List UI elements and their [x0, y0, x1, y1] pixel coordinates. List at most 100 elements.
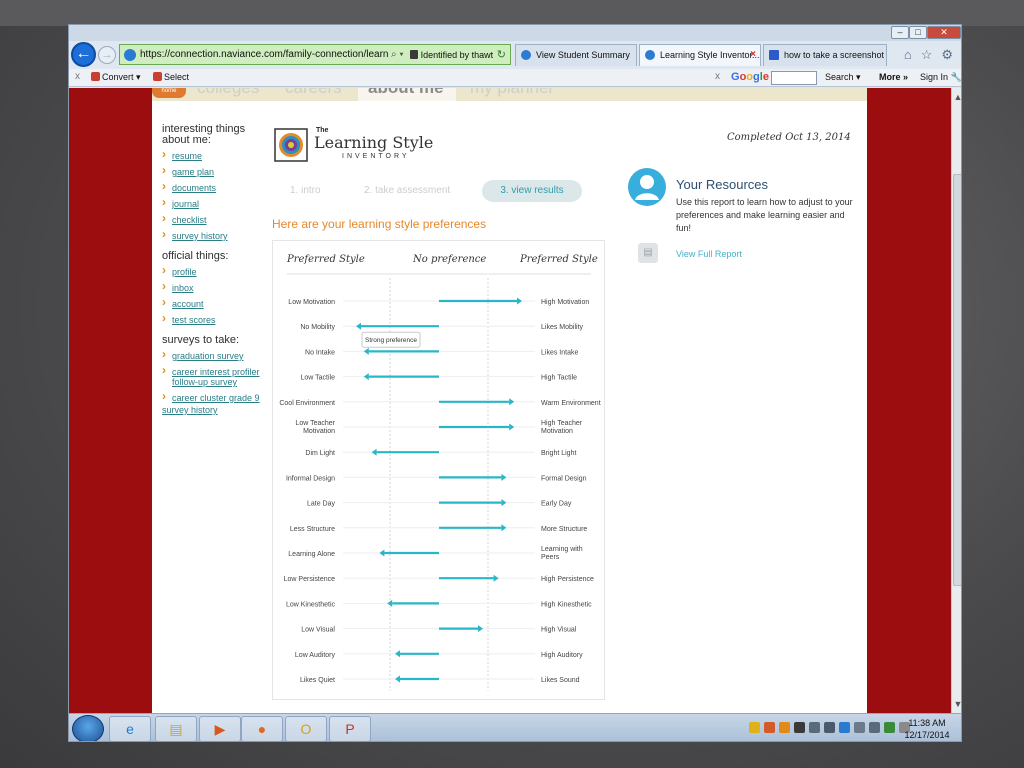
chart-right-label: High Persistence — [541, 576, 594, 583]
taskbar-clock[interactable]: 11:38 AM 12/17/2014 — [901, 717, 953, 741]
internet-explorer-taskbar-icon[interactable]: e — [109, 716, 151, 741]
powerpoint-taskbar-icon[interactable]: P — [329, 716, 371, 741]
sidebar-link[interactable]: checklist — [172, 215, 207, 225]
tab-close-icon[interactable]: × — [750, 45, 756, 65]
refresh-icon[interactable]: ↻ — [497, 48, 506, 61]
close-button[interactable]: ✕ — [927, 26, 961, 39]
tray-outlook-icon[interactable] — [779, 722, 790, 733]
tray-app2-icon[interactable] — [794, 722, 805, 733]
sidebar-link[interactable]: profile — [172, 267, 197, 277]
nav-tab-my-planner[interactable]: my planner — [470, 88, 554, 98]
sidebar-link[interactable]: graduation survey — [172, 351, 244, 361]
sidebar-item-documents: documents — [162, 181, 270, 193]
tray-battery-icon[interactable] — [884, 722, 895, 733]
media-player-taskbar-icon[interactable]: ▶ — [199, 716, 241, 741]
sidebar-item-checklist: checklist — [162, 213, 270, 225]
close-google-toolbar-icon[interactable]: x — [715, 71, 720, 82]
minimize-button[interactable]: – — [891, 26, 909, 39]
maximize-button[interactable]: □ — [909, 26, 927, 39]
more-button[interactable]: More » — [879, 72, 908, 82]
chart-arrowhead — [379, 549, 385, 557]
title-bar: – □ ✕ — [69, 25, 961, 41]
close-toolbar-icon[interactable]: x — [75, 71, 80, 82]
learning-style-logo: The Learning Style INVENTORY — [274, 124, 433, 168]
chart-header-right: Preferred Style — [519, 254, 598, 265]
logo-title: Learning Style — [314, 133, 434, 152]
sidebar-link[interactable]: survey history — [172, 231, 228, 241]
view-full-report-link[interactable]: View Full Report — [676, 249, 742, 259]
chart-left-label: Cool Environment — [279, 400, 335, 407]
nav-tab-careers[interactable]: careers — [285, 88, 342, 98]
nav-tab-about-me[interactable]: about me — [368, 88, 444, 98]
tray-shield-icon[interactable] — [749, 722, 760, 733]
vertical-scrollbar[interactable]: ▲ ▼ — [951, 88, 961, 713]
sidebar-link[interactable]: resume — [172, 151, 202, 161]
tray-flag-icon[interactable] — [839, 722, 850, 733]
page-heading: Here are your learning style preferences — [272, 217, 487, 231]
chart-left-label: Low Tactile — [300, 375, 335, 382]
tab-screenshot-search[interactable]: how to take a screenshot -... — [763, 44, 887, 66]
sidebar-link[interactable]: inbox — [172, 283, 194, 293]
forward-button[interactable]: → — [98, 46, 116, 64]
chart-right-label: Bright Light — [541, 450, 576, 457]
sidebar-link[interactable]: game plan — [172, 167, 214, 177]
tray-app3-icon[interactable] — [824, 722, 835, 733]
sidebar-item-career-interest-profiler: career interest profiler follow-up surve… — [162, 365, 270, 387]
firefox-taskbar-icon[interactable]: ● — [241, 716, 283, 741]
sidebar-link[interactable]: career interest profiler follow-up surve… — [172, 367, 260, 387]
settings-gear-icon[interactable]: ⚙ — [941, 47, 953, 63]
tab-label: how to take a screenshot -... — [784, 50, 887, 60]
chart-arrowhead — [501, 499, 507, 507]
tray-app-icon[interactable] — [764, 722, 775, 733]
browser-window: – □ ✕ ← → https://connection.naviance.co… — [68, 24, 962, 742]
nav-tab-colleges[interactable]: colleges — [197, 88, 259, 98]
page-viewport: home colleges careers about me my planne… — [69, 88, 961, 713]
convert-button[interactable]: Convert ▾ — [91, 72, 141, 83]
sidebar-link-survey-history[interactable]: survey history — [162, 405, 218, 415]
outlook-taskbar-icon[interactable]: O — [285, 716, 327, 741]
file-explorer-taskbar-icon[interactable]: ▤ — [155, 716, 197, 741]
scrollbar-thumb[interactable] — [953, 174, 961, 586]
home-tab[interactable]: home — [152, 88, 186, 98]
sign-in-button[interactable]: Sign In 🔧 — [920, 72, 961, 83]
select-button[interactable]: Select — [153, 72, 189, 82]
back-button[interactable]: ← — [71, 42, 96, 67]
sidebar-list: profile inbox account test scores — [162, 265, 270, 325]
sidebar-link[interactable]: test scores — [172, 315, 216, 325]
step-view-results[interactable]: 3. view results — [482, 180, 582, 202]
tab-favicon-icon — [521, 50, 531, 60]
google-search-input[interactable] — [771, 71, 817, 85]
navigation-bar: ← → https://connection.naviance.com/fami… — [69, 41, 961, 69]
chart-left-label: Low Persistence — [284, 576, 335, 583]
sidebar-link[interactable]: documents — [172, 183, 216, 193]
identity-label[interactable]: Identified by thawte — [421, 50, 493, 60]
pdf-convert-icon — [91, 72, 100, 81]
address-url[interactable]: https://connection.naviance.com/family-c… — [140, 49, 388, 60]
chart-left-label: Motivation — [303, 428, 335, 435]
tray-display-icon[interactable] — [869, 722, 880, 733]
google-search-button[interactable]: Search ▾ — [825, 72, 861, 83]
sidebar-link[interactable]: career cluster grade 9 — [172, 393, 260, 403]
address-search-dropdown[interactable]: ⌕ ▾ — [391, 49, 404, 60]
chart-left-label: Less Structure — [290, 526, 335, 533]
resources-title: Your Resources — [676, 177, 769, 192]
scroll-up-icon[interactable]: ▲ — [953, 92, 961, 102]
sidebar-item-inbox: inbox — [162, 281, 270, 293]
sidebar-link[interactable]: account — [172, 299, 204, 309]
tray-app4-icon[interactable] — [854, 722, 865, 733]
step-take-assessment[interactable]: 2. take assessment — [364, 185, 450, 196]
home-icon[interactable]: ⌂ — [904, 47, 912, 63]
start-button[interactable] — [72, 715, 104, 741]
tab-learning-style[interactable]: Learning Style Inventor... × — [639, 44, 761, 66]
tray-network-icon[interactable] — [809, 722, 820, 733]
chart-arrowhead — [509, 398, 515, 406]
step-intro[interactable]: 1. intro — [290, 185, 321, 196]
chart-tooltip-text: Strong preference — [365, 337, 417, 344]
scroll-down-icon[interactable]: ▼ — [953, 699, 961, 709]
sidebar-link[interactable]: journal — [172, 199, 199, 209]
tab-view-student-summary[interactable]: View Student Summary — [515, 44, 637, 66]
address-bar[interactable]: https://connection.naviance.com/family-c… — [119, 44, 511, 65]
sidebar-item-journal: journal — [162, 197, 270, 209]
favorites-star-icon[interactable]: ☆ — [921, 47, 933, 63]
lock-icon — [409, 50, 418, 59]
